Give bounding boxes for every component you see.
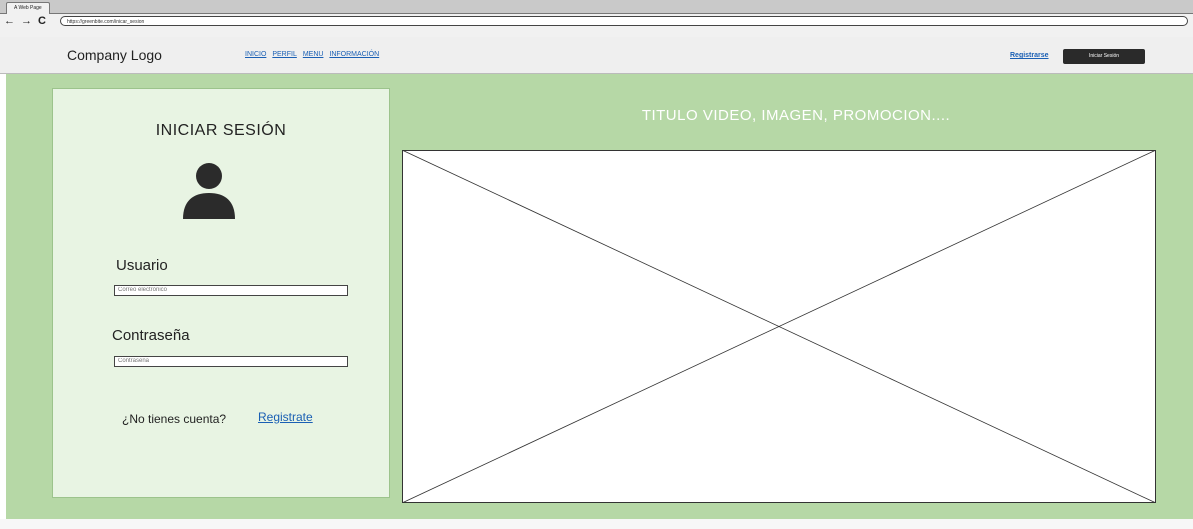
nav-link-perfil[interactable]: PERFIL <box>272 51 297 58</box>
signup-link[interactable]: Registrate <box>258 410 313 424</box>
main-content: INICIAR SESIÓN Usuario Contraseña ¿No ti… <box>6 74 1193 519</box>
password-label: Contraseña <box>112 327 190 344</box>
email-field[interactable] <box>114 285 348 296</box>
login-button[interactable]: Iniciar Sesión <box>1063 49 1145 64</box>
password-field[interactable] <box>114 356 348 367</box>
nav-link-menu[interactable]: MENU <box>303 51 324 58</box>
user-icon <box>183 163 235 219</box>
nav-link-inicio[interactable]: INICIO <box>245 51 266 58</box>
register-link[interactable]: Registrarse <box>1010 52 1049 59</box>
login-panel: INICIAR SESIÓN Usuario Contraseña ¿No ti… <box>52 88 390 498</box>
browser-chrome: A Web Page ← → C https://greenbite.com/i… <box>0 0 1193 38</box>
main-nav: INICIO PERFIL MENU INFORMACIÓN <box>245 51 383 58</box>
reload-icon[interactable]: C <box>38 14 46 28</box>
url-bar[interactable]: https://greenbite.com/inicar_sesion <box>60 16 1188 26</box>
promo-title: TITULO VIDEO, IMAGEN, PROMOCION.... <box>641 107 951 124</box>
username-label: Usuario <box>116 257 168 274</box>
company-logo[interactable]: Company Logo <box>67 47 162 63</box>
forward-arrow-icon[interactable]: → <box>21 14 32 28</box>
browser-tab[interactable]: A Web Page <box>6 2 50 14</box>
login-title: INICIAR SESIÓN <box>155 122 287 139</box>
site-header: Company Logo INICIO PERFIL MENU INFORMAC… <box>0 37 1193 74</box>
page-footer <box>0 519 1193 529</box>
nav-link-informacion[interactable]: INFORMACIÓN <box>329 51 379 58</box>
no-account-text: ¿No tienes cuenta? <box>122 412 227 426</box>
back-arrow-icon[interactable]: ← <box>4 14 15 28</box>
media-placeholder[interactable] <box>402 150 1156 503</box>
tab-strip: A Web Page <box>0 0 1193 14</box>
